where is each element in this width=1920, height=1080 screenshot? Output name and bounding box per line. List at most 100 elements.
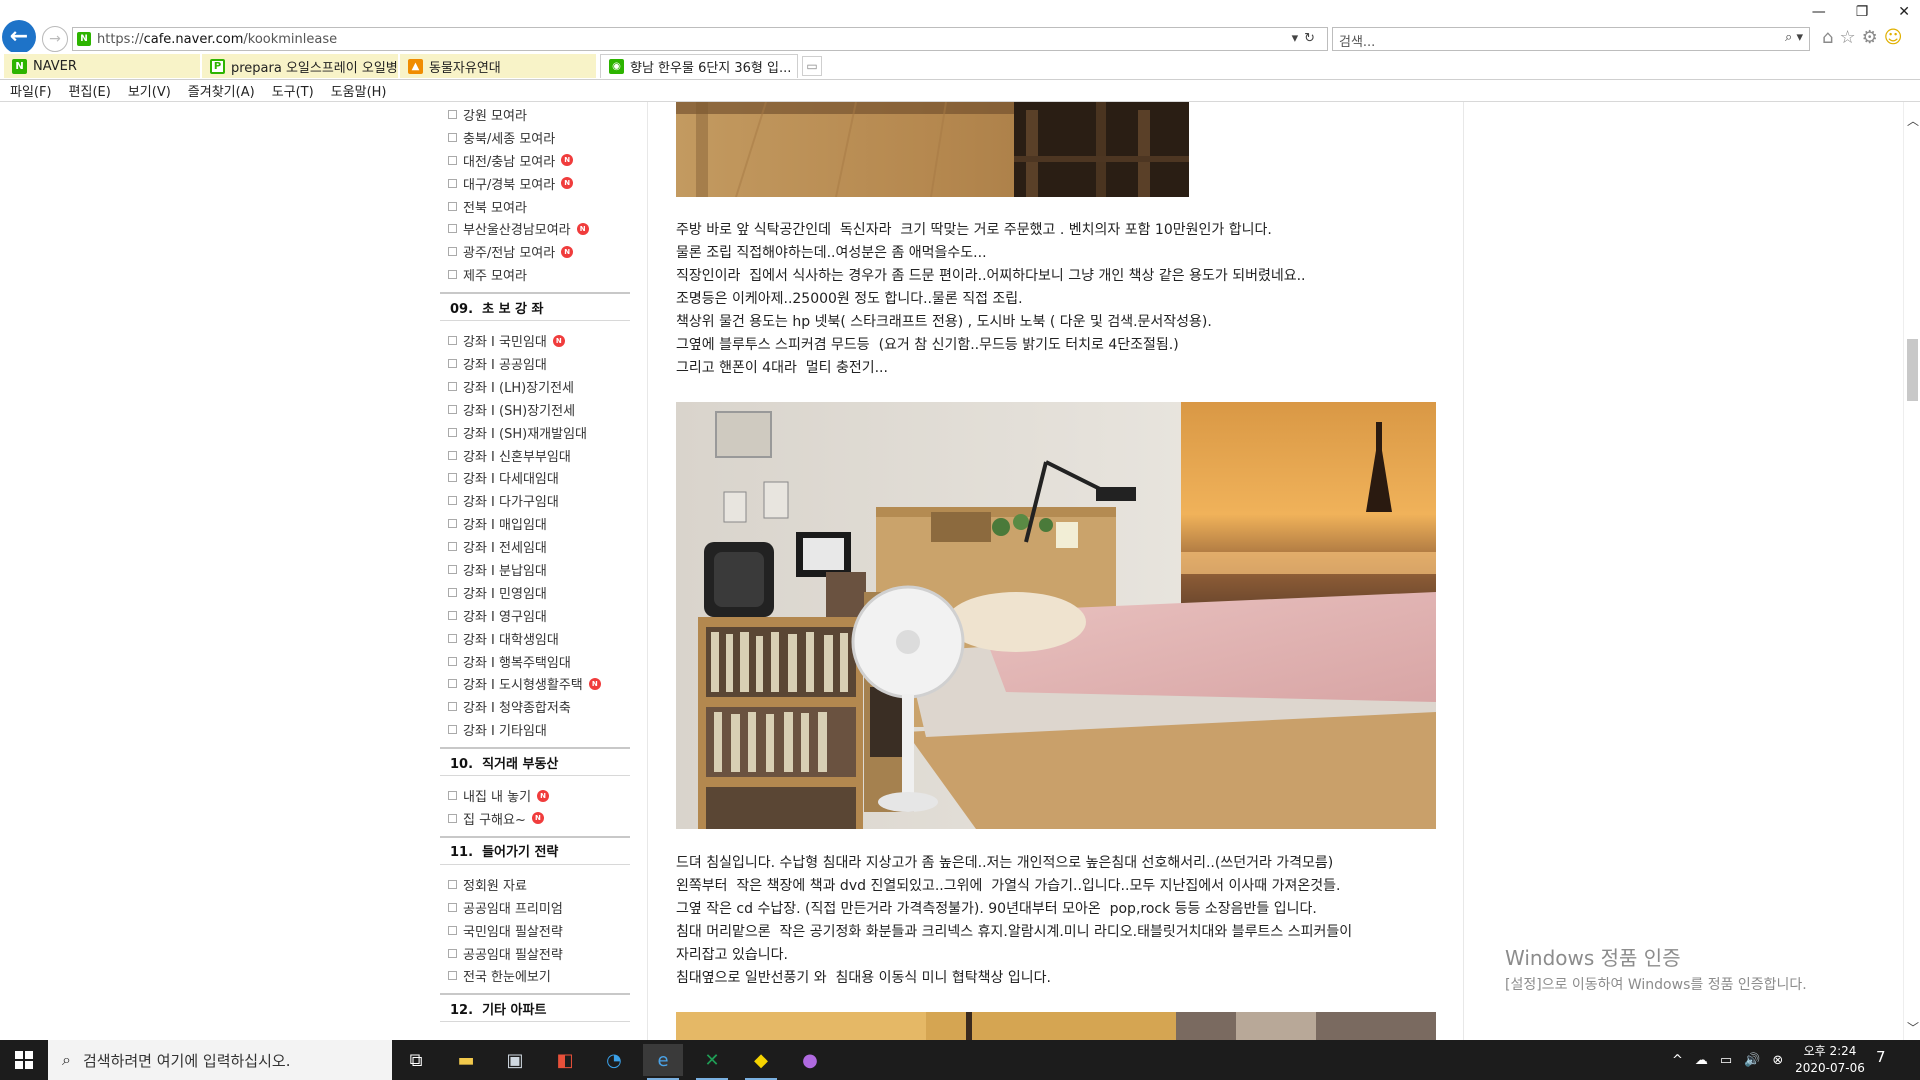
feedback-smiley-icon[interactable]: ☺ — [1884, 27, 1909, 48]
menu-favorites[interactable]: 즐겨찾기(A) — [188, 81, 255, 100]
sidebar-menu-item[interactable]: 국민임대 필살전략 — [440, 919, 630, 942]
sidebar-menu-item[interactable]: 강좌 I 다가구임대 — [440, 489, 630, 512]
search-icon[interactable]: ⌕ ▾ — [1785, 30, 1803, 45]
paint-drop-icon[interactable]: ● — [790, 1044, 830, 1076]
board-icon — [448, 519, 457, 529]
sidebar-menu-item[interactable]: 강좌 I (SH)장기전세 — [440, 398, 630, 421]
sidebar-menu-item[interactable]: 광주/전남 모여라 N — [440, 240, 630, 263]
clock-time: 오후 2:24 — [1803, 1044, 1857, 1058]
tab-cafe-post[interactable]: ◉ 향남 한우물 6단지 36형 입... ✕ — [600, 54, 798, 78]
sidebar-menu-item[interactable]: 강좌 I 도시형생활주택 N — [440, 672, 630, 695]
tray-expand-icon[interactable]: ^ — [1672, 1053, 1683, 1068]
menu-view[interactable]: 보기(V) — [128, 81, 171, 100]
settings-gear-icon[interactable]: ⚙ — [1862, 27, 1884, 48]
refresh-dropdown-icons[interactable]: ▾↻ — [1292, 31, 1321, 46]
sidebar-menu-item[interactable]: 대전/충남 모여라 N — [440, 149, 630, 172]
office-icon[interactable]: ◧ — [545, 1044, 585, 1076]
sidebar-menu-item[interactable]: 강좌 I (SH)재개발임대 — [440, 421, 630, 444]
restore-icon[interactable]: ❐ — [1856, 4, 1869, 20]
sidebar-menu-item[interactable]: 강좌 I 전세임대 — [440, 535, 630, 558]
taskbar-clock[interactable]: 오후 2:24 2020-07-06 — [1790, 1043, 1870, 1077]
sidebar-item-label: 공공임대 필살전략 — [463, 947, 563, 963]
sidebar-menu-item[interactable]: 공공임대 필살전략 — [440, 942, 630, 965]
post-text-line: 주방 바로 앞 식탁공간인데 독신자라 크기 딱맞는 거로 주문했고 . 벤치의… — [676, 222, 1272, 238]
sidebar-menu-item[interactable]: 강좌 I 기타임대 — [440, 718, 630, 741]
close-window-icon[interactable]: ✕ — [1898, 4, 1910, 20]
post-paragraph-1: 주방 바로 앞 식탁공간인데 독신자라 크기 딱맞는 거로 주문했고 . 벤치의… — [676, 219, 1306, 380]
start-button[interactable] — [0, 1040, 48, 1080]
sidebar-menu-item[interactable]: 강좌 I 민영임대 — [440, 581, 630, 604]
file-explorer-icon[interactable]: ▬ — [446, 1044, 486, 1076]
tab-prepara[interactable]: P prepara 오일스프레이 오일병 ... — [202, 54, 398, 78]
sidebar-menu-item[interactable]: 강좌 I 분납임대 — [440, 558, 630, 581]
back-button[interactable]: ← — [2, 20, 36, 54]
onedrive-icon[interactable]: ☁ — [1695, 1053, 1708, 1068]
menu-help[interactable]: 도움말(H) — [331, 81, 387, 100]
sidebar-item-label: 충북/세종 모여라 — [463, 131, 556, 147]
board-icon — [448, 336, 457, 346]
menu-group-direct-deal: 내집 내 놓기 N 집 구해요~ N — [440, 784, 630, 830]
address-bar[interactable]: N https://cafe.naver.com/kookminlease ▾↻ — [72, 27, 1328, 51]
sidebar-menu-item[interactable]: 강좌 I 공공임대 — [440, 352, 630, 375]
sidebar-item-label: 강원 모여라 — [463, 108, 527, 124]
sidebar-menu-item[interactable]: 강좌 I 청약종합저축 — [440, 695, 630, 718]
scroll-down-icon[interactable]: ﹀ — [1907, 1019, 1919, 1036]
scroll-up-icon[interactable]: ︿ — [1907, 112, 1919, 129]
menu-tools[interactable]: 도구(T) — [272, 81, 314, 100]
sidebar-menu-item[interactable]: 강원 모여라 — [440, 103, 630, 126]
sidebar-menu-item[interactable]: 공공임대 프리미엄 — [440, 896, 630, 919]
forward-button[interactable]: → — [42, 26, 68, 52]
browser-tool-icons: ⌂☆⚙☺ — [1822, 27, 1908, 48]
internet-explorer-icon[interactable]: e — [643, 1044, 683, 1080]
browser-search-input[interactable]: 검색... ⌕ ▾ — [1332, 27, 1810, 51]
sidebar-menu-item[interactable]: 충북/세종 모여라 — [440, 126, 630, 149]
task-view-icon[interactable]: ⧉ — [396, 1044, 436, 1076]
sidebar-menu-item[interactable]: 제주 모여라 — [440, 263, 630, 286]
board-icon — [448, 791, 457, 801]
sidebar-menu-item[interactable]: 강좌 I 대학생임대 — [440, 627, 630, 650]
edge-icon[interactable]: ◔ — [594, 1044, 634, 1076]
page-scrollbar[interactable]: ︿ ﹀ — [1903, 102, 1920, 1040]
search-icon: ⌕ — [62, 1050, 71, 1069]
menu-file[interactable]: 파일(F) — [10, 81, 52, 100]
sidebar-menu-item[interactable]: 내집 내 놓기 N — [440, 784, 630, 807]
board-icon — [448, 925, 457, 935]
sidebar-menu-item[interactable]: 부산울산경남모여라 N — [440, 217, 630, 240]
menu-edit[interactable]: 편집(E) — [69, 81, 111, 100]
post-photo-dining-table[interactable] — [676, 102, 1189, 197]
store-icon[interactable]: ▣ — [495, 1044, 535, 1076]
sidebar-menu-item[interactable]: 강좌 I (LH)장기전세 — [440, 375, 630, 398]
minimize-icon[interactable]: — — [1812, 4, 1826, 20]
tab-label: prepara 오일스프레이 오일병 ... — [231, 60, 398, 76]
sidebar-menu-item[interactable]: 강좌 I 행복주택임대 — [440, 650, 630, 673]
sidebar-menu-item[interactable]: 강좌 I 국민임대 N — [440, 329, 630, 352]
sidebar-item-label: 전국 한눈에보기 — [463, 970, 551, 986]
sidebar-menu-item[interactable]: 전북 모여라 — [440, 195, 630, 218]
tab-animal[interactable]: ▲ 동물자유연대 — [400, 54, 596, 78]
sidebar-menu-item[interactable]: 강좌 I 영구임대 — [440, 604, 630, 627]
taskbar-search-box[interactable]: ⌕ 검색하려면 여기에 입력하십시오. — [48, 1040, 392, 1080]
tab-naver[interactable]: N NAVER — [4, 54, 200, 78]
network-icon[interactable]: ▭ — [1720, 1053, 1732, 1068]
sidebar-item-label: 내집 내 놓기 — [463, 790, 532, 806]
sidebar-menu-item[interactable]: 집 구해요~ N — [440, 807, 630, 830]
sidebar-item-label: 부산울산경남모여라 — [463, 223, 571, 239]
sidebar-menu-item[interactable]: 전국 한눈에보기 — [440, 965, 630, 988]
sidebar-menu-item[interactable]: 강좌 I 다세대임대 — [440, 466, 630, 489]
post-photo-next[interactable] — [676, 1012, 1436, 1040]
tab-label: 향남 한우물 6단지 36형 입... — [630, 61, 792, 76]
favorites-star-icon[interactable]: ☆ — [1839, 27, 1861, 48]
status-icon[interactable]: ⊗ — [1772, 1053, 1783, 1068]
sidebar-menu-item[interactable]: 강좌 I 신혼부부임대 — [440, 444, 630, 467]
sidebar-menu-item[interactable]: 강좌 I 매입임대 — [440, 512, 630, 535]
kakaotalk-icon[interactable]: ◆ — [741, 1044, 781, 1080]
home-icon[interactable]: ⌂ — [1822, 27, 1839, 48]
excel-icon[interactable]: ✕ — [692, 1044, 732, 1080]
scrollbar-thumb[interactable] — [1907, 339, 1918, 401]
new-tab-button[interactable]: ▭ — [802, 56, 822, 76]
sidebar-menu-item[interactable]: 대구/경북 모여라 N — [440, 172, 630, 195]
post-photo-bedroom[interactable] — [676, 402, 1436, 829]
volume-icon[interactable]: 🔊 — [1744, 1053, 1760, 1068]
notification-center-icon[interactable]: 7 — [1876, 1048, 1886, 1066]
sidebar-menu-item[interactable]: 정회원 자료 — [440, 873, 630, 896]
